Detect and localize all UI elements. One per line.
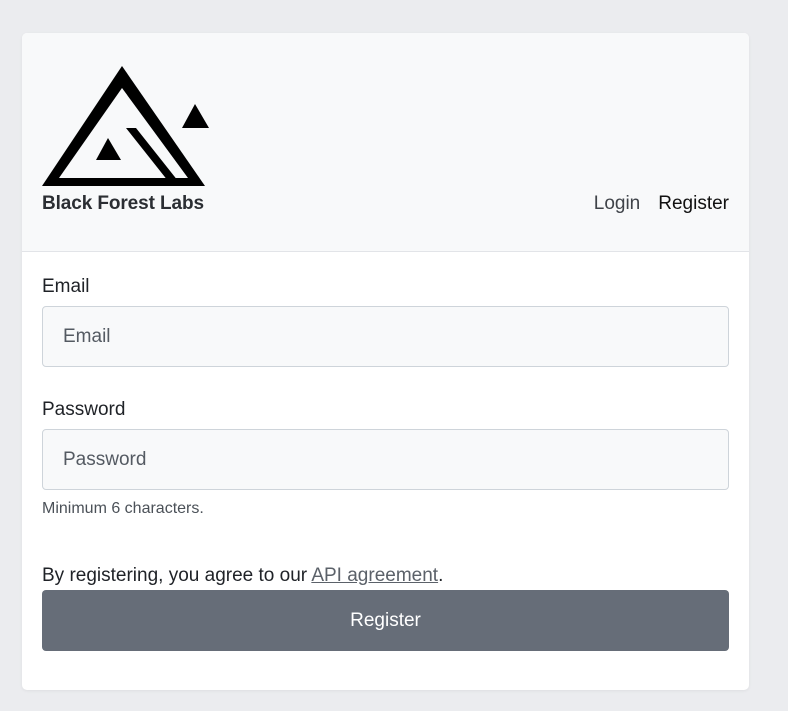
agreement-text: By registering, you agree to our API agr… <box>42 565 443 587</box>
password-input[interactable] <box>42 429 729 490</box>
password-label: Password <box>42 399 126 420</box>
agreement-prefix: By registering, you agree to our <box>42 565 312 586</box>
nav-register-link[interactable]: Register <box>658 193 729 215</box>
nav-login-link[interactable]: Login <box>594 193 641 215</box>
brand-name: Black Forest Labs <box>42 193 204 214</box>
agreement-suffix: . <box>438 565 444 586</box>
register-card: Black Forest Labs Login Register Email P… <box>22 33 749 690</box>
triangle-mountain-logo-icon <box>42 66 209 186</box>
email-input[interactable] <box>42 306 729 367</box>
api-agreement-link[interactable]: API agreement <box>311 565 438 586</box>
password-help-text: Minimum 6 characters. <box>42 500 204 517</box>
card-header: Black Forest Labs Login Register <box>22 33 749 252</box>
email-label: Email <box>42 276 90 297</box>
header-nav: Login Register <box>594 193 729 215</box>
register-button[interactable]: Register <box>42 590 729 651</box>
